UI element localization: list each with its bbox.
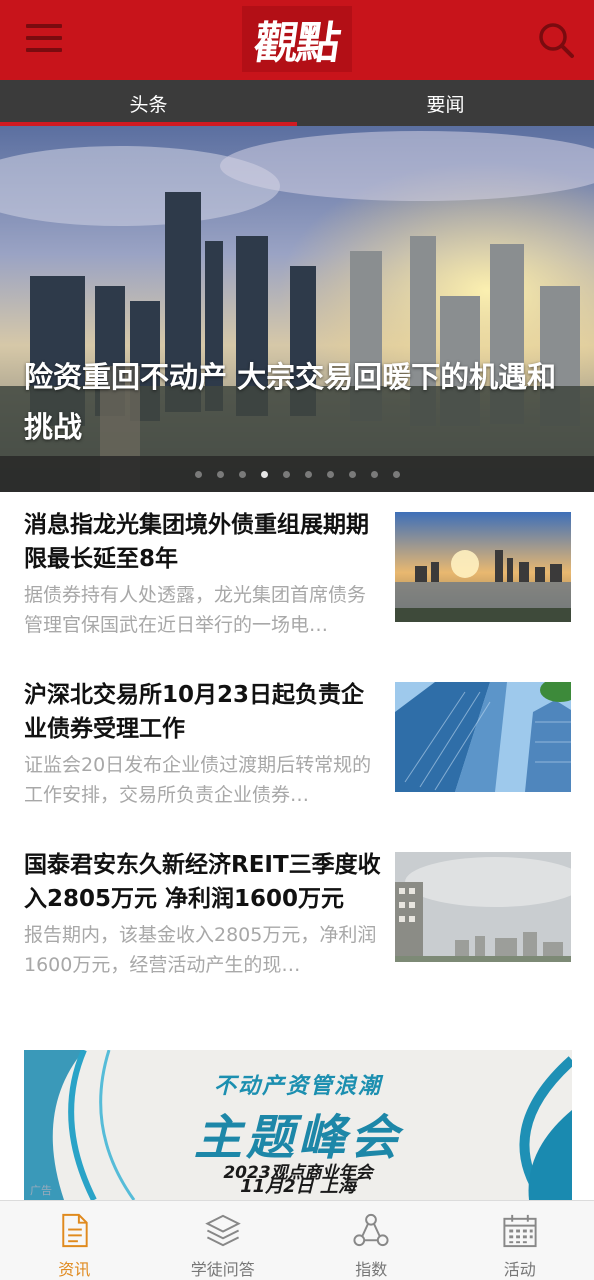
news-thumbnail	[395, 682, 571, 792]
logo-text: 觀點	[250, 18, 342, 69]
news-title: 沪深北交易所10月23日起负责企业债券受理工作	[24, 682, 365, 742]
nav-item-qa[interactable]: 学徒问答	[149, 1201, 298, 1280]
carousel-dot[interactable]	[194, 470, 202, 478]
document-icon	[62, 1213, 88, 1248]
nav-item-events[interactable]: 活动	[446, 1201, 594, 1280]
tab-label: 头条	[129, 93, 168, 116]
carousel-indicator	[0, 456, 594, 492]
ad-date-line: 11月2日 上海	[240, 1176, 356, 1197]
carousel-dot[interactable]	[304, 470, 312, 478]
news-thumbnail	[395, 512, 571, 622]
news-summary: 证监会20日发布企业债过渡期后转常规的工作安排，交易所负责企业债券…	[24, 754, 372, 806]
nav-label: 指数	[355, 1260, 388, 1279]
carousel-dot[interactable]	[392, 470, 400, 478]
hero-title: 险资重回不动产 大宗交易回暖下的机遇和挑战	[24, 360, 557, 444]
search-icon[interactable]	[536, 20, 576, 60]
news-summary: 报告期内，该基金收入2805万元，净利润1600万元，经营活动产生的现…	[24, 924, 377, 976]
news-title: 消息指龙光集团境外债重组展期期限最长延至8年	[24, 512, 369, 572]
tab-headlines[interactable]: 头条	[0, 80, 297, 126]
news-thumbnail	[395, 852, 571, 962]
news-item[interactable]: 沪深北交易所10月23日起负责企业债券受理工作 证监会20日发布企业债过渡期后转…	[24, 678, 572, 810]
carousel-dot[interactable]	[260, 470, 268, 478]
carousel-dot[interactable]	[326, 470, 334, 478]
news-title: 国泰君安东久新经济REIT三季度收入2805万元 净利润1600万元	[24, 852, 381, 912]
app-logo: 觀點	[242, 6, 352, 72]
layers-icon	[204, 1214, 241, 1247]
news-item[interactable]: 消息指龙光集团境外债重组展期期限最长延至8年 据债券持有人处透露，龙光集团首席债…	[24, 508, 572, 640]
ad-top-line: 不动产资管浪潮	[213, 1074, 382, 1099]
bottom-navigation: 资讯 学徒问答 指数 活动	[0, 1200, 594, 1280]
news-item[interactable]: 国泰君安东久新经济REIT三季度收入2805万元 净利润1600万元 报告期内，…	[24, 848, 572, 980]
carousel-dot[interactable]	[282, 470, 290, 478]
hamburger-menu-icon[interactable]	[26, 24, 62, 54]
carousel-dot[interactable]	[216, 470, 224, 478]
nav-item-news[interactable]: 资讯	[0, 1201, 149, 1280]
carousel-dot[interactable]	[370, 470, 378, 478]
nav-label: 学徒问答	[190, 1260, 255, 1279]
hero-banner[interactable]: 险资重回不动产 大宗交易回暖下的机遇和挑战	[0, 126, 594, 492]
app-header: 觀點	[0, 0, 594, 80]
network-icon	[353, 1213, 389, 1247]
category-tabs: 头条 要闻	[0, 80, 594, 126]
news-summary: 据债券持有人处透露，龙光集团首席债务管理官保国武在近日举行的一场电…	[24, 584, 367, 636]
tab-news[interactable]: 要闻	[297, 80, 594, 126]
nav-item-index[interactable]: 指数	[297, 1201, 446, 1280]
carousel-dot[interactable]	[348, 470, 356, 478]
tab-label: 要闻	[426, 93, 465, 116]
calendar-icon	[503, 1214, 537, 1248]
nav-label: 资讯	[58, 1260, 91, 1279]
nav-label: 活动	[503, 1260, 536, 1279]
carousel-dot[interactable]	[238, 470, 246, 478]
